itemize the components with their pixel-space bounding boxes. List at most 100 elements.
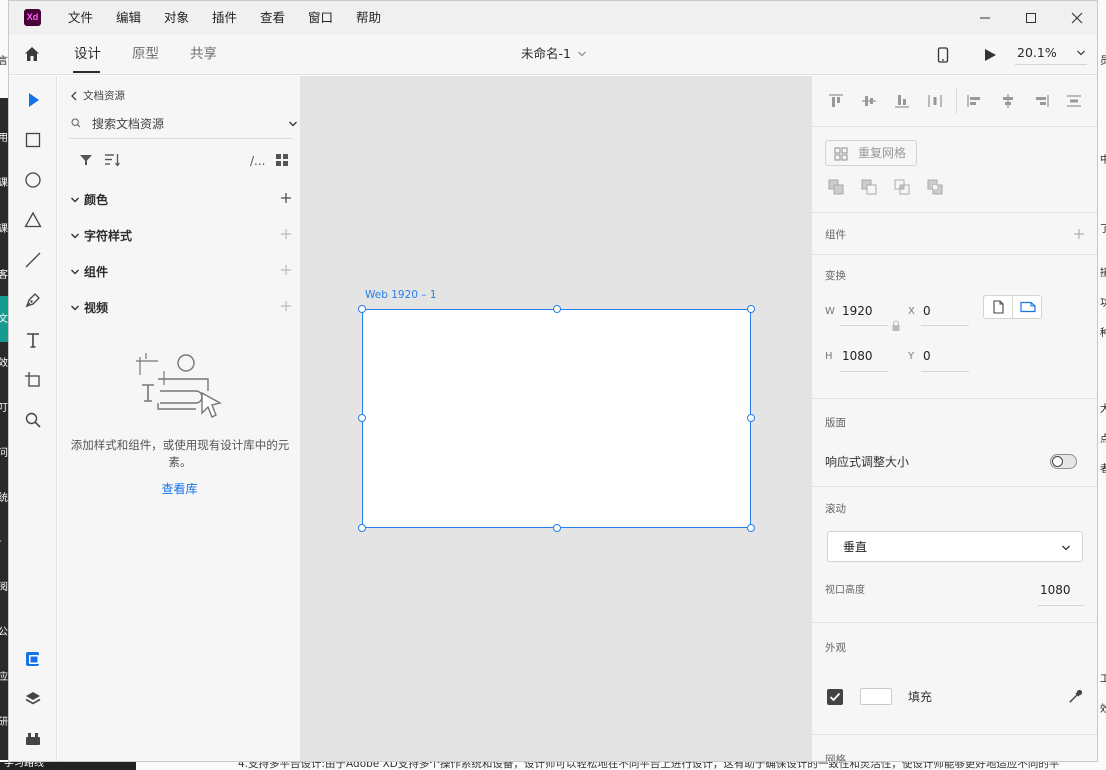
tab-prototype[interactable]: 原型 [132, 45, 159, 63]
intersect-icon[interactable] [894, 179, 910, 195]
resize-handle-bottom-right[interactable] [747, 524, 755, 532]
assets-panel-button[interactable] [21, 647, 45, 671]
add-component-plus-icon[interactable] [1073, 228, 1085, 240]
width-input[interactable]: 1920 [842, 303, 873, 319]
plugins-panel-button[interactable] [21, 727, 45, 751]
char-styles-chevron-down-icon[interactable] [70, 232, 80, 240]
resize-handle-bottom-left[interactable] [358, 524, 366, 532]
section-colors[interactable]: 颜色 [84, 192, 108, 208]
zoom-tool[interactable] [21, 408, 45, 432]
menu-help[interactable]: 帮助 [356, 10, 381, 26]
home-button[interactable] [23, 45, 41, 63]
view-library-link[interactable]: 查看库 [58, 481, 301, 497]
back-chevron-icon[interactable] [70, 91, 78, 101]
menu-window[interactable]: 窗口 [308, 10, 333, 26]
resize-handle-top-right[interactable] [747, 305, 755, 313]
grid-view-icon[interactable] [275, 153, 289, 167]
portrait-button[interactable] [984, 296, 1013, 318]
xd-logo: Xd [24, 9, 41, 26]
section-char-styles[interactable]: 字符样式 [84, 228, 132, 244]
eyedropper-icon[interactable] [1068, 688, 1084, 704]
add-char-style-icon[interactable] [280, 228, 292, 240]
tab-share[interactable]: 共享 [190, 45, 217, 63]
landscape-button[interactable] [1014, 296, 1042, 318]
distribute-horizontal-icon[interactable] [926, 93, 944, 109]
menu-view[interactable]: 查看 [260, 10, 285, 26]
document-title[interactable]: 未命名-1 [521, 46, 571, 62]
minimize-button[interactable] [962, 1, 1008, 35]
polygon-tool[interactable] [21, 208, 45, 232]
search-chevron-down-icon[interactable] [288, 120, 298, 128]
repeat-grid-button[interactable]: 重复网格 [825, 140, 917, 166]
bg-char: - [0, 536, 2, 548]
responsive-resize-toggle[interactable] [1050, 454, 1077, 469]
layout-section-label: 版面 [825, 417, 846, 429]
xd-window: Xd 文件 编辑 对象 插件 查看 窗口 帮助 设计 原型 共享 未命名-1 2… [8, 0, 1098, 762]
add-video-icon[interactable] [280, 300, 292, 312]
resize-handle-left[interactable] [358, 414, 366, 422]
menu-edit[interactable]: 编辑 [116, 10, 141, 26]
chevron-down-icon[interactable] [577, 50, 587, 58]
y-input[interactable]: 0 [923, 348, 931, 364]
align-bottom-icon[interactable] [893, 93, 911, 109]
assets-back-label[interactable]: 文档资源 [83, 88, 125, 104]
resize-handle-right[interactable] [747, 414, 755, 422]
close-button[interactable] [1054, 1, 1097, 35]
maximize-button[interactable] [1008, 1, 1054, 35]
sort-more-button[interactable]: /... [250, 153, 266, 169]
menu-object[interactable]: 对象 [164, 10, 189, 26]
distribute-vertical-icon[interactable] [1065, 93, 1083, 109]
subtract-icon[interactable] [861, 179, 877, 195]
zoom-level[interactable]: 20.1% [1017, 45, 1057, 61]
add-union-icon[interactable] [828, 179, 844, 195]
resize-handle-top-left[interactable] [358, 305, 366, 313]
grid-section-label: 网格 [825, 754, 846, 762]
align-right-icon[interactable] [1032, 93, 1050, 109]
resize-handle-bottom[interactable] [553, 524, 561, 532]
bg-char: 点 [1100, 434, 1106, 445]
tab-design[interactable]: 设计 [74, 45, 101, 63]
line-tool[interactable] [21, 248, 45, 272]
artboard-icon [25, 372, 40, 387]
video-chevron-down-icon[interactable] [70, 304, 80, 312]
fill-color-swatch[interactable] [860, 688, 892, 705]
add-component-icon[interactable] [280, 264, 292, 276]
fill-checkbox[interactable] [827, 689, 843, 705]
add-color-icon[interactable] [280, 192, 292, 204]
text-tool[interactable] [21, 328, 45, 352]
select-tool[interactable] [21, 88, 45, 112]
artboard[interactable] [362, 309, 751, 528]
play-preview-button[interactable] [982, 46, 998, 64]
filter-icon[interactable] [79, 153, 93, 167]
bg-char: 种 [1100, 328, 1106, 339]
section-components[interactable]: 组件 [84, 264, 108, 280]
exclude-overlap-icon[interactable] [927, 179, 943, 195]
menu-file[interactable]: 文件 [68, 10, 93, 26]
artboard-tool[interactable] [21, 368, 45, 392]
align-middle-icon[interactable] [860, 93, 878, 109]
components-chevron-down-icon[interactable] [70, 268, 80, 276]
colors-chevron-down-icon[interactable] [70, 196, 80, 204]
align-left-icon[interactable] [966, 93, 984, 109]
resize-handle-top[interactable] [553, 305, 561, 313]
zoom-chevron-down-icon[interactable] [1076, 49, 1086, 57]
pen-tool[interactable] [21, 288, 45, 312]
assets-search-input[interactable]: 搜索文档资源 [92, 116, 164, 132]
menu-plugins[interactable]: 插件 [212, 10, 237, 26]
scroll-direction-select[interactable]: 垂直 [827, 531, 1083, 562]
layers-panel-button[interactable] [21, 687, 45, 711]
x-input[interactable]: 0 [923, 303, 931, 319]
rectangle-tool[interactable] [21, 128, 45, 152]
design-canvas[interactable]: Web 1920 – 1 [301, 76, 811, 761]
height-input[interactable]: 1080 [842, 348, 873, 364]
align-top-icon[interactable] [827, 93, 845, 109]
screen: 言 用 课 课 客 文 效 叮 问 统 - 阅 公 应 研 员 中 了 接 功 … [0, 0, 1106, 770]
align-center-icon[interactable] [999, 93, 1017, 109]
viewport-height-input[interactable]: 1080 [1040, 582, 1071, 598]
device-preview-button[interactable] [935, 45, 951, 65]
sort-icon[interactable] [103, 152, 121, 168]
section-video[interactable]: 视频 [84, 300, 108, 316]
lock-aspect-icon[interactable] [891, 320, 901, 332]
artboard-name-label[interactable]: Web 1920 – 1 [365, 288, 437, 302]
ellipse-tool[interactable] [21, 168, 45, 192]
